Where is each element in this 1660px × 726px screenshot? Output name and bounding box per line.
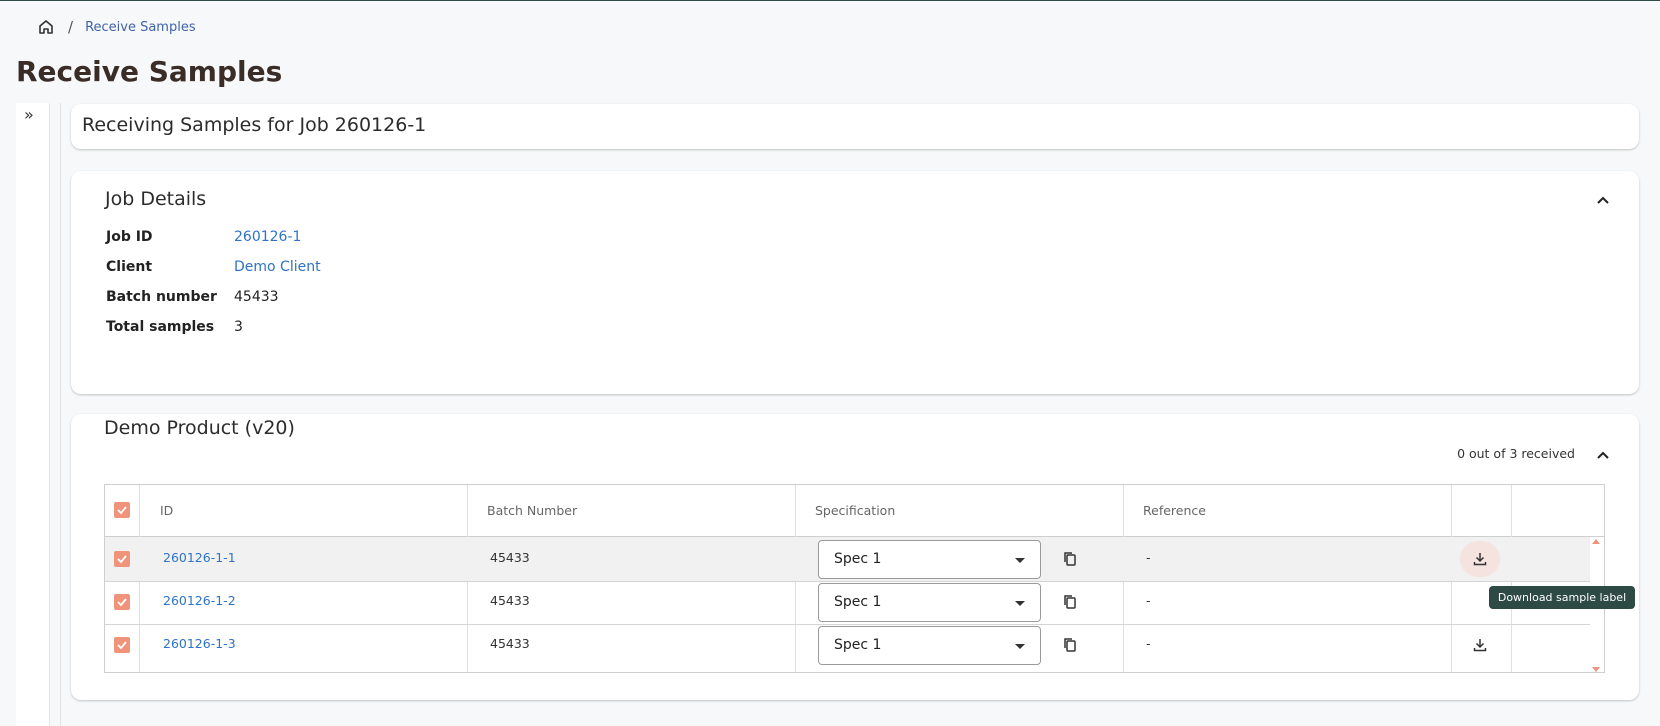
table-row[interactable]: 260126-1-1 45433 Spec 1 - [105,537,1590,582]
column-header-batch-number[interactable]: Batch Number [487,503,577,518]
batch-number-cell: 45433 [490,593,530,608]
row-checkbox[interactable] [114,551,130,567]
detail-label: Batch number [106,289,217,305]
row-checkbox[interactable] [114,594,130,610]
detail-label: Client [106,259,153,275]
home-icon[interactable] [38,19,54,35]
reference-cell: - [1146,593,1151,608]
side-rail: » [16,103,50,726]
download-label-tooltip: Download sample label [1489,586,1635,609]
scroll-down-arrow-icon[interactable] [1592,667,1600,672]
detail-label: Job ID [106,229,153,245]
specification-value: Spec 1 [834,637,882,653]
detail-row-client: Client Demo Client [106,259,321,275]
job-id-link[interactable]: 260126-1 [234,229,301,245]
received-status: 0 out of 3 received [1457,446,1575,461]
page-title: Receive Samples [16,55,283,88]
specification-select[interactable]: Spec 1 [818,540,1041,579]
dropdown-caret-icon [1015,644,1025,649]
dropdown-caret-icon [1015,558,1025,563]
detail-row-batch: Batch number 45433 [106,289,279,305]
header-card: Receiving Samples for Job 260126-1 [71,104,1639,149]
breadcrumb: / Receive Samples [38,17,196,37]
sample-id-link[interactable]: 260126-1-2 [163,593,236,608]
detail-label: Total samples [106,319,215,335]
copy-icon[interactable] [1062,551,1078,567]
specification-select[interactable]: Spec 1 [818,583,1041,622]
samples-table: ID Batch Number Specification Reference … [104,484,1605,673]
download-label-button[interactable] [1460,541,1500,577]
column-header-reference[interactable]: Reference [1143,503,1206,518]
table-header: ID Batch Number Specification Reference [105,485,1604,537]
product-card: Demo Product (v20) 0 out of 3 received I… [71,414,1639,700]
batch-number-value: 45433 [234,289,279,305]
divider [60,103,61,726]
specification-select[interactable]: Spec 1 [818,626,1041,665]
collapse-chevron-icon[interactable] [1595,193,1611,209]
total-samples-value: 3 [234,319,243,335]
column-header-id[interactable]: ID [160,503,173,518]
dropdown-caret-icon [1015,601,1025,606]
reference-cell: - [1146,550,1151,565]
breadcrumb-separator: / [68,18,74,36]
reference-cell: - [1146,636,1151,651]
batch-number-cell: 45433 [490,550,530,565]
sample-id-link[interactable]: 260126-1-3 [163,636,236,651]
table-row[interactable]: 260126-1-2 45433 Spec 1 - [105,580,1590,625]
specification-value: Spec 1 [834,551,882,567]
scroll-up-arrow-icon[interactable] [1592,539,1600,544]
column-header-specification[interactable]: Specification [815,503,895,518]
expand-sidebar-button[interactable]: » [24,105,34,124]
row-checkbox[interactable] [114,637,130,653]
specification-value: Spec 1 [834,594,882,610]
breadcrumb-current[interactable]: Receive Samples [85,20,196,35]
copy-icon[interactable] [1062,594,1078,610]
job-details-card: Job Details Job ID 260126-1 Client Demo … [71,171,1639,394]
collapse-chevron-icon[interactable] [1595,448,1611,464]
select-all-checkbox[interactable] [114,502,130,518]
product-title: Demo Product (v20) [104,417,295,439]
header-card-title: Receiving Samples for Job 260126-1 [82,114,427,136]
detail-row-job-id: Job ID 260126-1 [106,229,301,245]
client-link[interactable]: Demo Client [234,259,321,275]
download-label-button[interactable] [1460,627,1500,663]
batch-number-cell: 45433 [490,636,530,651]
detail-row-total-samples: Total samples 3 [106,319,243,335]
job-details-title: Job Details [105,188,207,210]
table-row[interactable]: 260126-1-3 45433 Spec 1 - [105,623,1590,668]
sample-id-link[interactable]: 260126-1-1 [163,550,236,565]
copy-icon[interactable] [1062,637,1078,653]
